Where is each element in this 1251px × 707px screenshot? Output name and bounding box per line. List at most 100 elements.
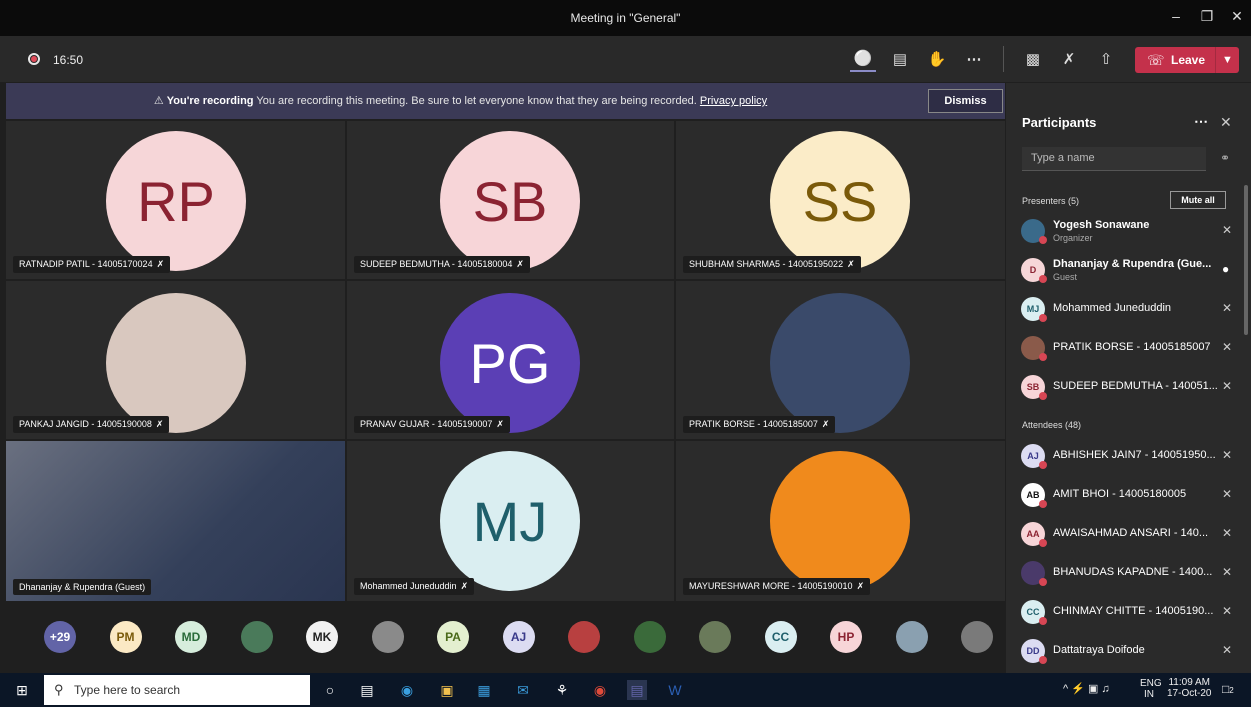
banner-text: You are recording this meeting. Be sure …	[256, 95, 697, 107]
link-icon[interactable]: ⚭	[1220, 151, 1230, 165]
strip-avatar[interactable]: PM	[109, 621, 142, 653]
teams-icon[interactable]: ▤	[627, 680, 647, 700]
avatar: MJ	[440, 451, 580, 591]
avatar: SS	[770, 131, 910, 271]
video-tile[interactable]: PG PRANAV GUJAR - 14005190007 ✗	[347, 281, 674, 439]
camera-off-icon[interactable]: ▩	[1020, 46, 1046, 72]
more-options-icon[interactable]: ⋯	[1194, 113, 1208, 130]
mic-off-icon[interactable]: ✕	[1222, 604, 1232, 618]
raise-hand-icon[interactable]: ✋	[924, 46, 950, 72]
strip-avatar[interactable]	[240, 621, 273, 653]
mic-off-icon[interactable]: ✕	[1222, 223, 1232, 237]
participant-name: SUDEEP BEDMUTHA - 140051...	[1053, 380, 1218, 392]
windows-start-icon[interactable]: ⊞	[12, 680, 32, 700]
participant-name: Yogesh Sonawane	[1053, 219, 1150, 231]
status-dot	[1039, 461, 1047, 469]
mic-off-icon[interactable]: ✕	[1222, 340, 1232, 354]
dismiss-button[interactable]: Dismiss	[928, 89, 1003, 113]
strip-avatar[interactable]: AJ	[502, 621, 535, 653]
close-icon[interactable]: ✕	[1220, 114, 1232, 131]
participant-search-input[interactable]: Type a name	[1022, 147, 1206, 171]
strip-avatar[interactable]	[371, 621, 404, 653]
edge-icon[interactable]: ◉	[397, 680, 417, 700]
video-tile[interactable]: PANKAJ JANGID - 14005190008 ✗	[6, 281, 345, 439]
presenters-heading[interactable]: Presenters (5)	[1022, 196, 1079, 206]
window-title: Meeting in "General"	[570, 11, 681, 25]
paint-icon[interactable]: ⚘	[552, 680, 572, 700]
close-icon[interactable]: ✕	[1223, 8, 1251, 25]
video-tile[interactable]: SS SHUBHAM SHARMA5 - 14005195022 ✗	[676, 121, 1005, 279]
participant-row[interactable]: SB SUDEEP BEDMUTHA - 140051... ✕	[1020, 371, 1235, 401]
mic-off-icon: ✗	[155, 419, 164, 429]
participant-name: Dhananjay & Rupendra (Guest)	[19, 582, 146, 592]
clock-date: 17-Oct-20	[1167, 688, 1212, 699]
video-tile[interactable]: RP RATNADIP PATIL - 14005170024 ✗	[6, 121, 345, 279]
restore-icon[interactable]: ❐	[1193, 8, 1221, 25]
participants-icon[interactable]: ⚪	[850, 46, 876, 72]
notification-icon[interactable]: □2	[1222, 682, 1234, 696]
chrome-icon[interactable]: ◉	[590, 680, 610, 700]
video-tile[interactable]: MAYURESHWAR MORE - 14005190010 ✗	[676, 441, 1005, 601]
tray-icons[interactable]: ^ ⚡ ▣ ♫	[1063, 682, 1110, 695]
attendees-heading[interactable]: Attendees (48)	[1022, 420, 1081, 430]
mic-off-icon[interactable]: ✕	[1222, 565, 1232, 579]
strip-avatar[interactable]: +29	[44, 621, 76, 653]
participant-row[interactable]: AA AWAISAHMAD ANSARI - 140... ✕	[1020, 518, 1235, 548]
mic-off-icon[interactable]: ✕	[1222, 643, 1232, 657]
strip-avatar[interactable]	[633, 621, 666, 653]
share-screen-icon[interactable]: ⇧	[1093, 46, 1119, 72]
strip-avatar[interactable]: MK	[306, 621, 338, 653]
participant-tag: RATNADIP PATIL - 14005170024 ✗	[13, 256, 171, 273]
participant-row[interactable]: AB AMIT BHOI - 14005180005 ✕	[1020, 479, 1235, 509]
privacy-policy-link[interactable]: Privacy policy	[700, 95, 767, 107]
strip-avatar[interactable]: PA	[437, 621, 469, 653]
participant-row[interactable]: Yogesh Sonawane Organizer ✕	[1020, 215, 1235, 245]
avatar-initials: SB	[472, 169, 548, 233]
cortana-icon[interactable]: ○	[320, 680, 340, 700]
more-options-icon[interactable]: ⋯	[961, 46, 987, 72]
participant-row[interactable]: MJ Mohammed Juneduddin ✕	[1020, 293, 1235, 323]
strip-avatar[interactable]	[568, 621, 600, 653]
language-indicator[interactable]: ENG IN	[1140, 678, 1162, 700]
store-icon[interactable]: ▦	[474, 680, 494, 700]
avatar-initials: SS	[802, 169, 878, 233]
participant-row[interactable]: DD Dattatraya Doifode ✕	[1020, 635, 1235, 665]
file-explorer-icon[interactable]: ▣	[437, 680, 457, 700]
video-tile-live[interactable]: Dhananjay & Rupendra (Guest)	[6, 441, 345, 601]
mic-off-icon[interactable]: ✕	[1222, 379, 1232, 393]
mic-off-icon[interactable]: ✗	[1056, 46, 1082, 72]
video-tile[interactable]: MJ Mohammed Juneduddin ✗	[347, 441, 674, 601]
mic-off-icon[interactable]: ✕	[1222, 301, 1232, 315]
clock[interactable]: 11:09 AM 17-Oct-20	[1167, 677, 1211, 699]
participant-row[interactable]: PRATIK BORSE - 14005185007 ✕	[1020, 332, 1235, 362]
strip-avatar[interactable]: HP	[830, 621, 862, 653]
mic-off-icon[interactable]: ✕	[1222, 448, 1232, 462]
scrollbar[interactable]	[1244, 185, 1248, 335]
mic-off-icon: ✗	[156, 259, 165, 269]
strip-avatar[interactable]	[895, 621, 928, 653]
mail-icon[interactable]: ✉	[513, 680, 533, 700]
mic-off-icon[interactable]: ✕	[1222, 487, 1232, 501]
strip-avatar[interactable]: MD	[175, 621, 207, 653]
participant-row[interactable]: CC CHINMAY CHITTE - 14005190... ✕	[1020, 596, 1235, 626]
participant-row[interactable]: BHANUDAS KAPADNE - 1400... ✕	[1020, 557, 1235, 587]
panel-title: Participants	[1022, 115, 1097, 130]
chat-icon[interactable]: ▤	[887, 46, 913, 72]
video-tile[interactable]: SB SUDEEP BEDMUTHA - 14005180004 ✗	[347, 121, 674, 279]
word-icon[interactable]: W	[665, 680, 685, 700]
strip-avatar[interactable]: CC	[764, 621, 797, 653]
strip-avatar[interactable]	[699, 621, 731, 653]
chevron-down-icon[interactable]: ▼	[1215, 47, 1239, 73]
mute-all-button[interactable]: Mute all	[1170, 191, 1226, 209]
participant-row[interactable]: AJ ABHISHEK JAIN7 - 140051950... ✕	[1020, 440, 1235, 470]
mic-icon[interactable]: ●	[1222, 262, 1229, 276]
mic-off-icon[interactable]: ✕	[1222, 526, 1232, 540]
strip-avatar[interactable]	[961, 621, 993, 653]
task-view-icon[interactable]: ▤	[357, 680, 377, 700]
taskbar-search-input[interactable]: ⚲ Type here to search	[44, 675, 310, 705]
participant-row[interactable]: D Dhananjay & Rupendra (Gue... Guest ●	[1020, 254, 1235, 284]
banner-message: ⚠ You're recording You are recording thi…	[6, 94, 915, 107]
leave-button[interactable]: ☏ Leave ▼	[1135, 47, 1239, 73]
video-tile[interactable]: PRATIK BORSE - 14005185007 ✗	[676, 281, 1005, 439]
minimize-icon[interactable]: –	[1162, 8, 1190, 24]
